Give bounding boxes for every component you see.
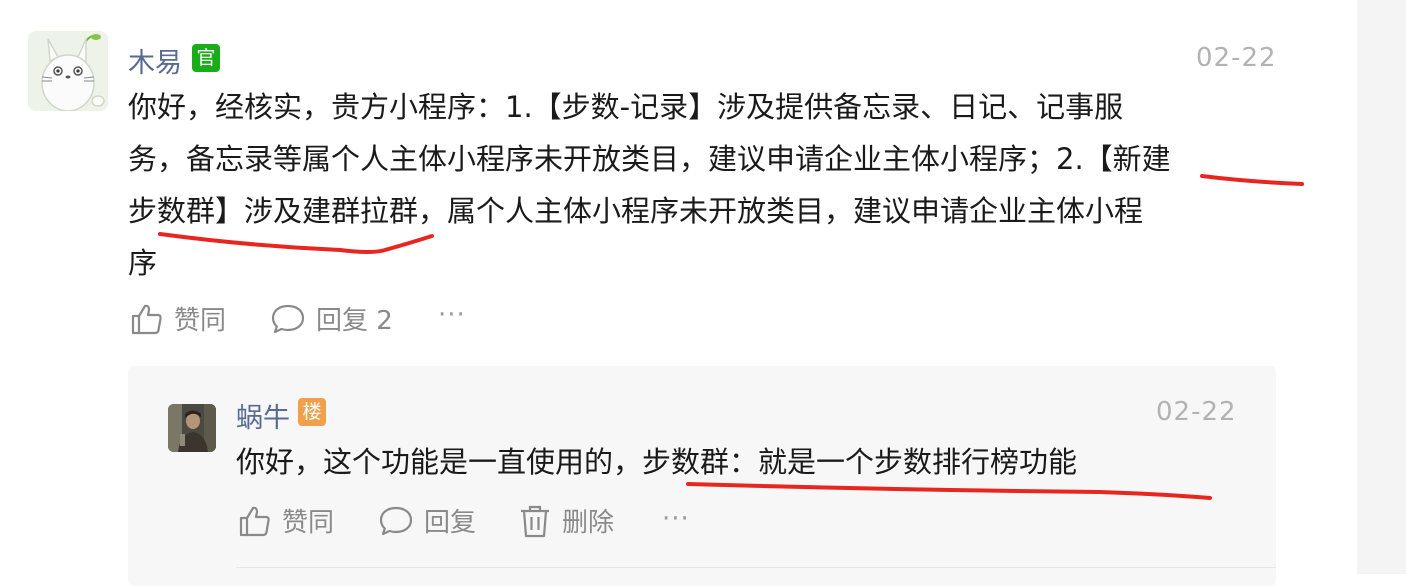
annotation-underlines [158,174,1304,500]
underline-annotation [158,232,434,254]
underline-annotation [686,482,1212,500]
underline-annotation [1200,174,1304,186]
